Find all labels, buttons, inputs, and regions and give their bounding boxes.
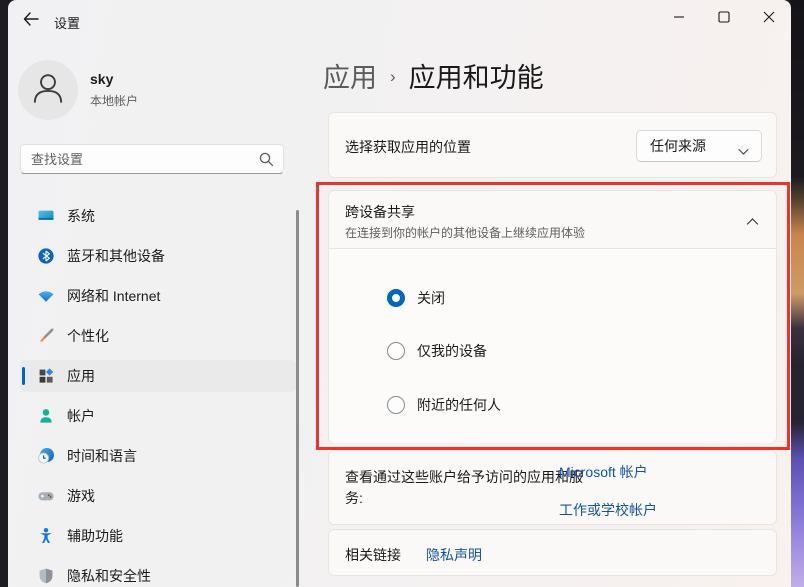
sidebar-item-label: 网络和 Internet <box>67 286 160 306</box>
user-account-type: 本地帐户 <box>90 92 138 109</box>
system-icon <box>37 207 55 225</box>
app-source-dropdown[interactable]: 任何来源 <box>636 130 762 162</box>
sidebar-item-label: 蓝牙和其他设备 <box>67 246 165 266</box>
sidebar-item-label: 应用 <box>67 366 95 386</box>
back-arrow-icon <box>23 12 39 29</box>
sidebar-item-time-language[interactable]: 时间和语言 <box>20 436 296 476</box>
gaming-icon <box>37 487 55 505</box>
privacy-shield-icon <box>37 567 55 585</box>
close-button[interactable] <box>746 0 791 36</box>
window-controls <box>656 0 791 36</box>
sidebar-nav: 系统 蓝牙和其他设备 网络和 Internet 个性化 <box>20 196 296 587</box>
privacy-statement-link[interactable]: 隐私声明 <box>426 545 482 565</box>
page-title: 应用和功能 <box>409 56 544 95</box>
sidebar-item-bluetooth-devices[interactable]: 蓝牙和其他设备 <box>20 236 296 276</box>
chevron-up-icon[interactable] <box>746 213 759 231</box>
user-profile: sky 本地帐户 <box>18 60 298 120</box>
app-source-card: 选择获取应用的位置 任何来源 <box>328 112 777 178</box>
maximize-button[interactable] <box>701 0 746 36</box>
microsoft-account-link[interactable]: Microsoft 帐户 <box>559 462 648 482</box>
cross-device-title: 跨设备共享 <box>345 202 415 222</box>
sidebar-item-label: 个性化 <box>67 326 109 346</box>
minimize-button[interactable] <box>656 0 701 36</box>
personalization-icon <box>37 327 55 345</box>
sidebar-item-system[interactable]: 系统 <box>20 196 296 236</box>
related-links-card: 相关链接 隐私声明 <box>328 529 777 576</box>
breadcrumb-parent[interactable]: 应用 <box>323 56 377 95</box>
cross-device-card: 跨设备共享 在连接到你的帐户的其他设备上继续应用体验 关闭 仅我的设备 附近的任… <box>328 190 777 443</box>
sidebar-item-label: 游戏 <box>67 486 95 506</box>
chevron-down-icon <box>738 143 749 159</box>
titlebar: 设置 <box>8 0 791 40</box>
radio-label: 附近的任何人 <box>417 395 501 415</box>
sidebar-scrollbar[interactable] <box>296 210 299 587</box>
work-school-account-link[interactable]: 工作或学校帐户 <box>559 500 657 520</box>
search-input[interactable] <box>31 145 251 173</box>
bluetooth-icon <box>37 247 55 265</box>
desktop-wallpaper-strip <box>791 0 804 587</box>
breadcrumb: 应用 › 应用和功能 <box>323 56 544 94</box>
cross-device-header[interactable]: 跨设备共享 在连接到你的帐户的其他设备上继续应用体验 <box>329 191 776 248</box>
account-access-card: 查看通过这些账户给予访问的应用和服务: Microsoft 帐户 工作或学校帐户 <box>328 450 777 525</box>
radio-option-anyone-nearby[interactable]: 附近的任何人 <box>387 391 501 419</box>
account-access-label: 查看通过这些账户给予访问的应用和服务: <box>345 467 583 509</box>
avatar <box>18 60 78 120</box>
minimize-icon <box>673 11 685 26</box>
related-links-label: 相关链接 <box>345 545 401 565</box>
accounts-icon <box>37 407 55 425</box>
sidebar-item-label: 辅助功能 <box>67 526 123 546</box>
cross-device-options: 关闭 仅我的设备 附近的任何人 <box>329 249 776 443</box>
network-icon <box>37 287 55 305</box>
search-icon <box>258 151 274 172</box>
sidebar-item-accounts[interactable]: 帐户 <box>20 396 296 436</box>
sidebar-item-personalization[interactable]: 个性化 <box>20 316 296 356</box>
radio-icon <box>387 289 405 307</box>
radio-option-off[interactable]: 关闭 <box>387 284 445 312</box>
person-icon <box>26 66 70 115</box>
breadcrumb-separator: › <box>390 64 396 87</box>
radio-icon <box>387 342 405 360</box>
radio-icon <box>387 396 405 414</box>
cross-device-subtitle: 在连接到你的帐户的其他设备上继续应用体验 <box>345 224 585 241</box>
sidebar-item-label: 帐户 <box>67 406 95 426</box>
accessibility-icon <box>37 527 55 545</box>
radio-label: 关闭 <box>417 288 445 308</box>
sidebar-item-accessibility[interactable]: 辅助功能 <box>20 516 296 556</box>
sidebar-item-apps[interactable]: 应用 <box>20 356 296 396</box>
close-icon <box>763 11 775 26</box>
settings-window: 设置 sky 本地帐户 <box>8 0 791 587</box>
sidebar-item-label: 隐私和安全性 <box>67 566 151 586</box>
sidebar-item-label: 时间和语言 <box>67 446 137 466</box>
radio-label: 仅我的设备 <box>417 341 487 361</box>
time-language-icon <box>37 447 55 465</box>
app-source-label: 选择获取应用的位置 <box>345 137 471 157</box>
sidebar-item-network-internet[interactable]: 网络和 Internet <box>20 276 296 316</box>
user-name: sky <box>90 71 113 87</box>
search-box <box>20 144 284 174</box>
radio-option-my-devices-only[interactable]: 仅我的设备 <box>387 337 487 365</box>
window-title: 设置 <box>54 13 80 32</box>
back-button[interactable] <box>14 5 48 35</box>
sidebar-item-privacy-security[interactable]: 隐私和安全性 <box>20 556 296 587</box>
sidebar-item-gaming[interactable]: 游戏 <box>20 476 296 516</box>
maximize-icon <box>718 11 730 26</box>
apps-icon <box>37 367 55 385</box>
sidebar-item-label: 系统 <box>67 206 95 226</box>
app-source-dropdown-value: 任何来源 <box>650 136 706 156</box>
